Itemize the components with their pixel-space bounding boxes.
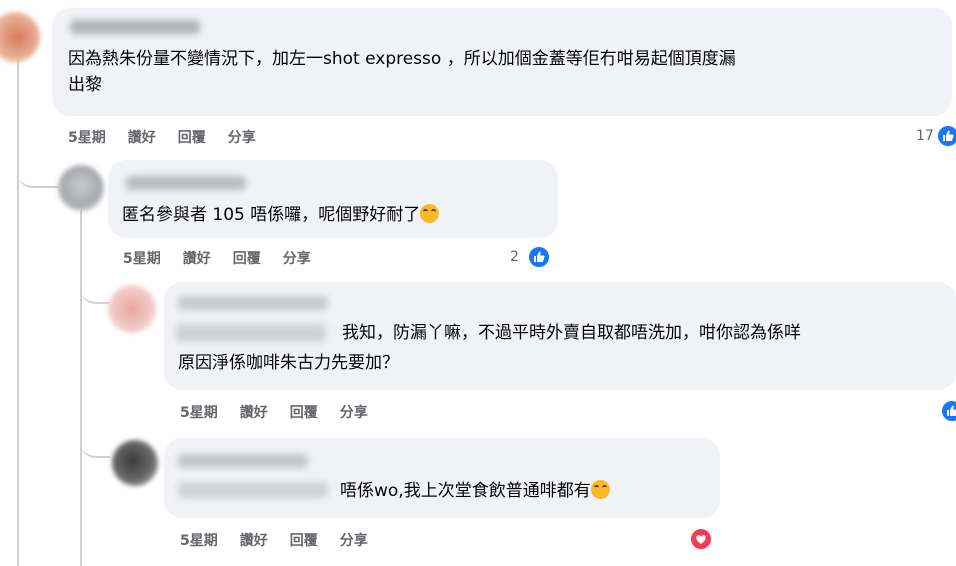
like-icon[interactable] (527, 245, 551, 269)
reply-button[interactable]: 回覆 (290, 402, 318, 422)
comment-bubble: 我知，防漏丫嘛，不過平時外賣自取都唔洗加，咁你認為係咩 原因淨係咖啡朱古力先要加… (164, 282, 956, 390)
avatar[interactable] (112, 440, 158, 486)
avatar[interactable] (0, 12, 40, 62)
like-button[interactable]: 讚好 (240, 530, 268, 550)
comment-bubble: 唔係wo,我上次堂食飲普通啡都有 (164, 438, 720, 518)
avatar[interactable] (58, 165, 104, 211)
comment-text: 我知，防漏丫嘛，不過平時外賣自取都唔洗加，咁你認為係咩 (342, 323, 801, 343)
comment-text: 出黎 (68, 75, 102, 95)
like-button[interactable]: 讚好 (240, 402, 268, 422)
timestamp[interactable]: 5星期 (180, 402, 218, 422)
reply-button[interactable]: 回覆 (290, 530, 318, 550)
thread-connector (17, 160, 59, 188)
timestamp[interactable]: 5星期 (123, 248, 161, 268)
reaction-count[interactable]: 17 (916, 128, 934, 144)
timestamp[interactable]: 5星期 (180, 530, 218, 550)
comment-actions: 5星期 讚好 回覆 分享 (180, 402, 368, 422)
reply-button[interactable]: 回覆 (178, 127, 206, 147)
avatar[interactable] (108, 285, 156, 333)
like-button[interactable]: 讚好 (183, 248, 211, 268)
reply-button[interactable]: 回覆 (233, 248, 261, 268)
like-icon[interactable] (940, 399, 956, 423)
mention-blurred[interactable] (176, 324, 326, 342)
comment-bubble: 因為熱朱份量不變情況下，加左一shot expresso ，所以加個金蓋等佢冇咁… (52, 8, 952, 116)
thread-line-replies (80, 210, 82, 566)
comment-actions: 5星期 讚好 回覆 分享 (123, 248, 311, 268)
reaction-count[interactable]: 2 (510, 249, 519, 265)
upside-down-face-emoji (420, 204, 440, 223)
author-name-blurred[interactable] (178, 296, 328, 310)
share-button[interactable]: 分享 (228, 127, 256, 147)
comment-text: 原因淨係咖啡朱古力先要加？ (178, 353, 399, 373)
mention-blurred[interactable] (178, 482, 328, 498)
comment-bubble: 匿名參與者 105 唔係囉，呢個野好耐了 (108, 160, 558, 238)
share-button[interactable]: 分享 (340, 530, 368, 550)
comment-text: 因為熱朱份量不變情況下，加左一shot expresso ，所以加個金蓋等佢冇咁… (68, 49, 736, 69)
author-name-blurred[interactable] (70, 20, 200, 34)
comment-text: 匿名參與者 105 唔係囉，呢個野好耐了 (122, 202, 440, 228)
thread-line-main (17, 40, 19, 566)
comment-actions: 5星期 讚好 回覆 分享 (180, 530, 368, 550)
thread-connector (80, 280, 110, 304)
share-button[interactable]: 分享 (283, 248, 311, 268)
like-icon[interactable] (936, 124, 956, 148)
love-icon[interactable] (689, 527, 713, 551)
like-button[interactable]: 讚好 (128, 127, 156, 147)
author-name-blurred[interactable] (126, 176, 246, 190)
share-button[interactable]: 分享 (340, 402, 368, 422)
thread-connector (80, 430, 110, 458)
comment-actions: 5星期 讚好 回覆 分享 (68, 127, 256, 147)
comment-text: 唔係wo,我上次堂食飲普通啡都有 (340, 478, 610, 504)
hugging-face-emoji (590, 480, 610, 499)
author-name-blurred[interactable] (178, 454, 308, 468)
timestamp[interactable]: 5星期 (68, 127, 106, 147)
